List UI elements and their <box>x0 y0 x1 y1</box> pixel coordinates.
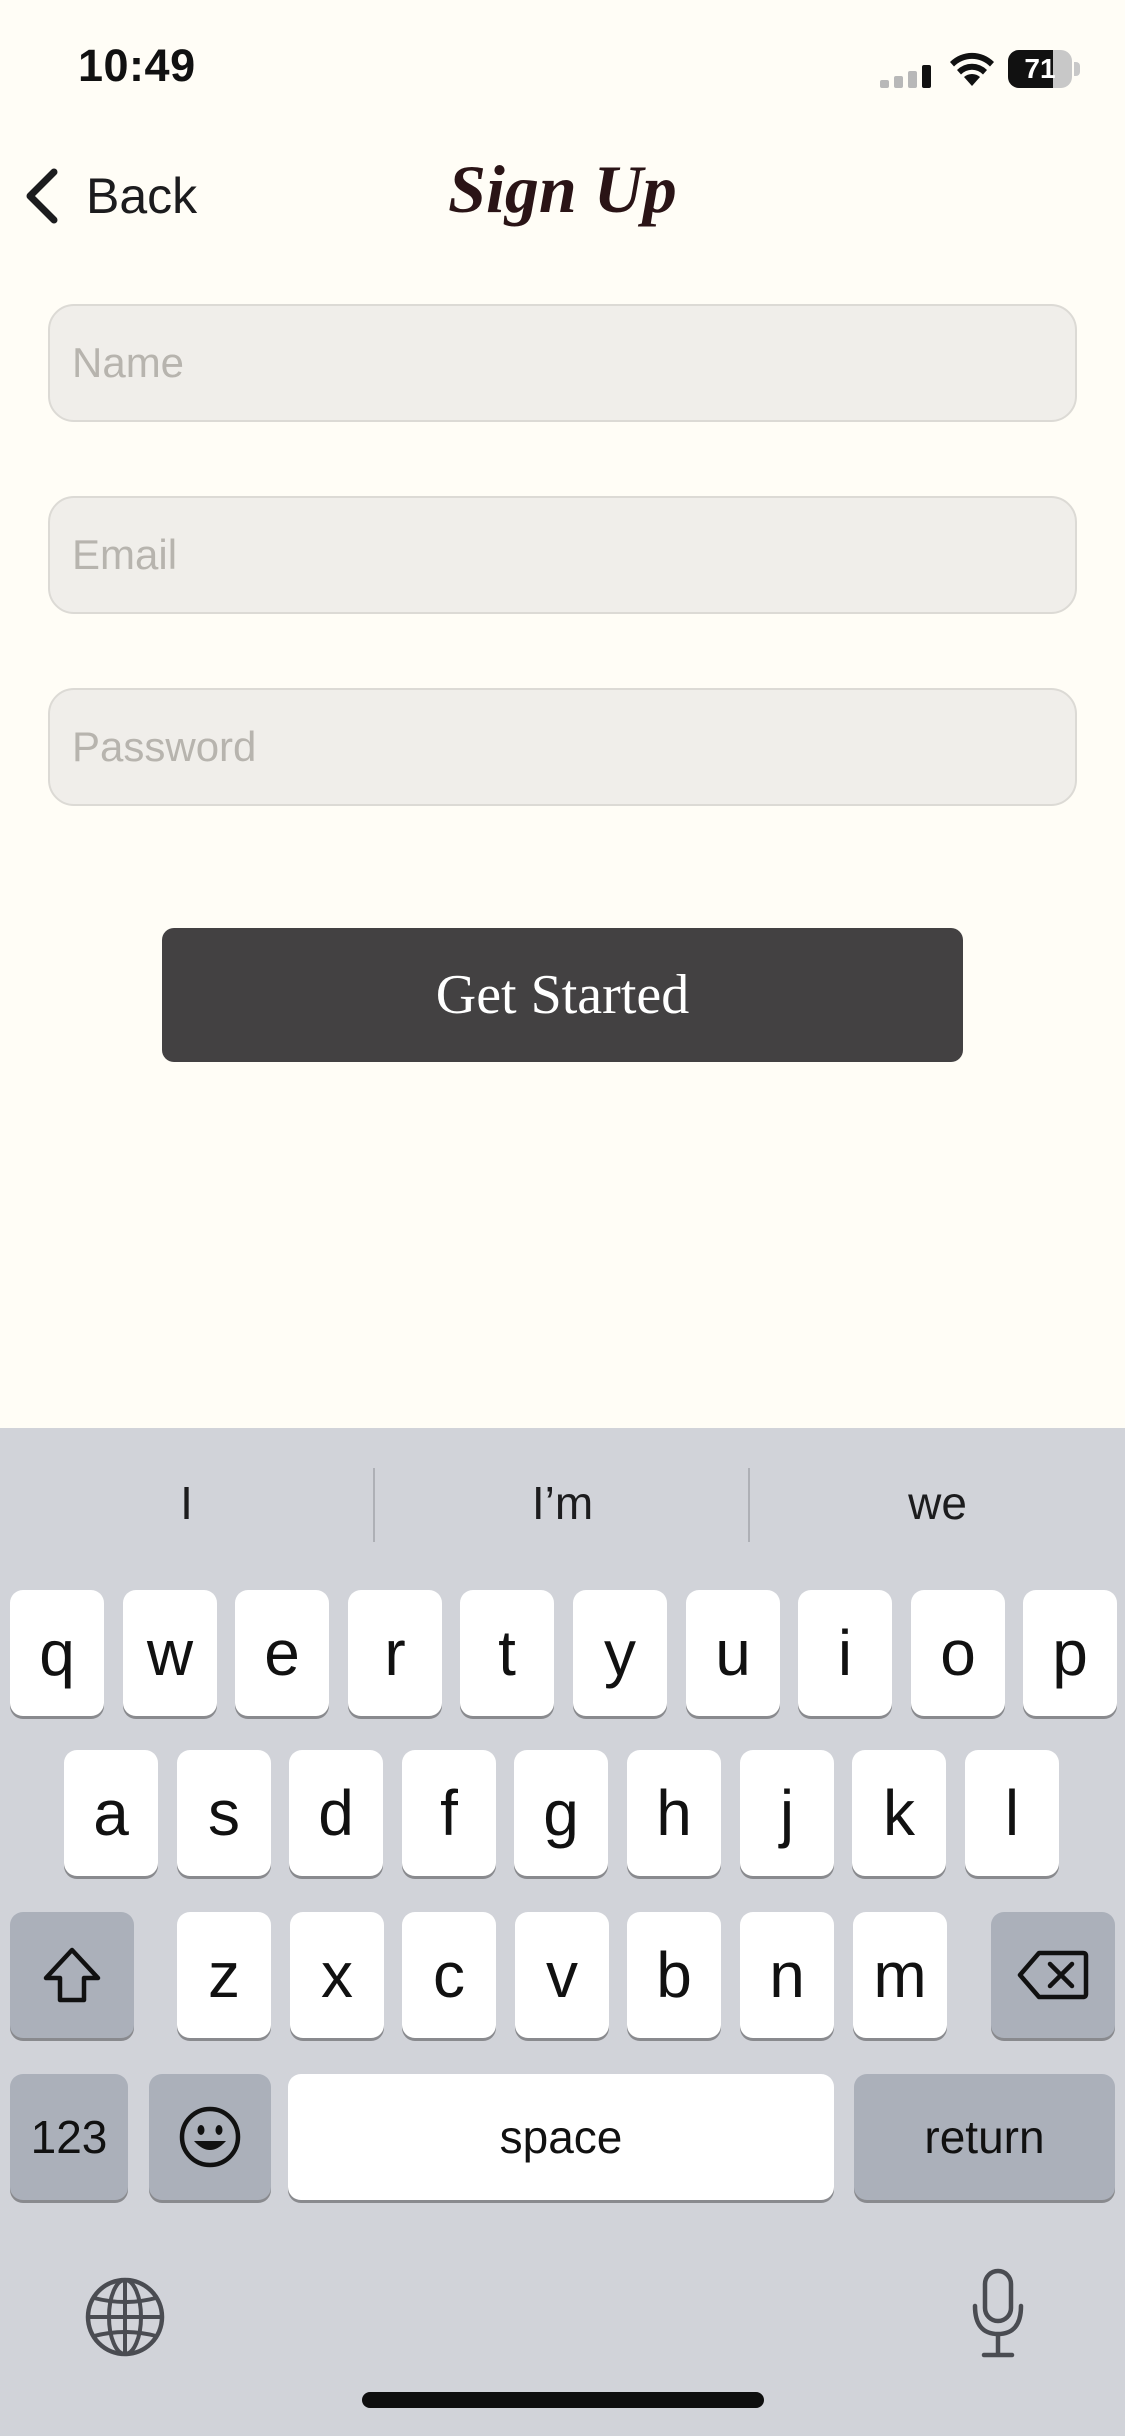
get-started-button[interactable]: Get Started <box>162 928 963 1062</box>
key-u[interactable]: u <box>686 1590 780 1716</box>
key-j[interactable]: j <box>740 1750 834 1876</box>
key-g[interactable]: g <box>514 1750 608 1876</box>
key-h[interactable]: h <box>627 1750 721 1876</box>
return-key[interactable]: return <box>854 2074 1115 2200</box>
emoji-key[interactable] <box>149 2074 271 2200</box>
home-indicator <box>362 2392 764 2408</box>
key-w[interactable]: w <box>123 1590 217 1716</box>
suggestion-item[interactable]: we <box>751 1428 1124 1578</box>
suggestion-item[interactable]: I’m <box>376 1428 749 1578</box>
key-l[interactable]: l <box>965 1750 1059 1876</box>
key-n[interactable]: n <box>740 1912 834 2038</box>
key-i[interactable]: i <box>798 1590 892 1716</box>
delete-key[interactable] <box>991 1912 1115 2038</box>
key-r[interactable]: r <box>348 1590 442 1716</box>
key-x[interactable]: x <box>290 1912 384 2038</box>
key-q[interactable]: q <box>10 1590 104 1716</box>
key-t[interactable]: t <box>460 1590 554 1716</box>
key-p[interactable]: p <box>1023 1590 1117 1716</box>
email-field[interactable] <box>48 496 1077 614</box>
key-k[interactable]: k <box>852 1750 946 1876</box>
name-field[interactable] <box>48 304 1077 422</box>
key-y[interactable]: y <box>573 1590 667 1716</box>
page-title: Sign Up <box>448 151 677 227</box>
shift-icon <box>43 1947 101 2003</box>
password-field[interactable] <box>48 688 1077 806</box>
space-key[interactable]: space <box>288 2074 834 2200</box>
key-a[interactable]: a <box>64 1750 158 1876</box>
keyboard: I I’m we 123 space return q w e r t y u … <box>0 1428 1125 2436</box>
wifi-icon <box>950 52 994 86</box>
suggestion-divider <box>748 1468 750 1542</box>
key-o[interactable]: o <box>911 1590 1005 1716</box>
globe-icon[interactable] <box>84 2276 166 2358</box>
key-v[interactable]: v <box>515 1912 609 2038</box>
key-s[interactable]: s <box>177 1750 271 1876</box>
shift-key[interactable] <box>10 1912 134 2038</box>
suggestion-bar: I I’m we <box>0 1428 1125 1578</box>
numbers-key[interactable]: 123 <box>10 2074 128 2200</box>
battery-indicator: 71 <box>1008 50 1080 88</box>
microphone-icon[interactable] <box>970 2268 1026 2360</box>
key-e[interactable]: e <box>235 1590 329 1716</box>
key-d[interactable]: d <box>289 1750 383 1876</box>
key-b[interactable]: b <box>627 1912 721 2038</box>
suggestion-item[interactable]: I <box>0 1428 373 1578</box>
status-bar: 10:49 71 <box>0 0 1125 140</box>
key-m[interactable]: m <box>853 1912 947 2038</box>
suggestion-divider <box>373 1468 375 1542</box>
cellular-signal-icon <box>880 65 931 88</box>
emoji-icon <box>179 2106 241 2168</box>
key-z[interactable]: z <box>177 1912 271 2038</box>
key-f[interactable]: f <box>402 1750 496 1876</box>
key-c[interactable]: c <box>402 1912 496 2038</box>
battery-level: 71 <box>1024 53 1056 84</box>
status-time: 10:49 <box>78 40 196 91</box>
delete-icon <box>1017 1950 1089 2000</box>
